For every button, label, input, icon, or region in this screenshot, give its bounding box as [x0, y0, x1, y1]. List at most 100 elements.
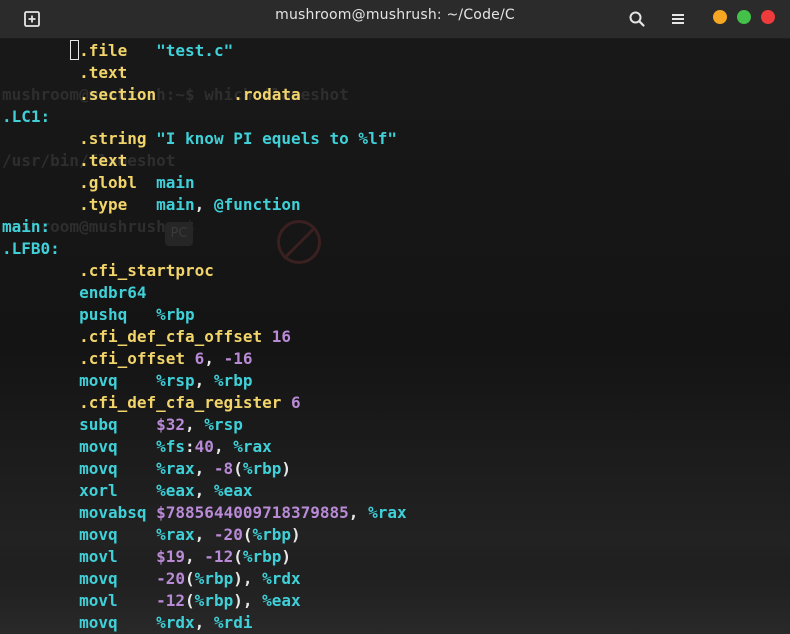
code-token: .cfi_def_cfa_offset — [79, 327, 263, 346]
code-token: .section — [79, 85, 157, 104]
terminal-output[interactable]: mushroom@mushrush:~$ which flameshot /us… — [0, 39, 790, 634]
code-line: .string "I know PI equels to %lf" — [2, 128, 407, 150]
code-token: %eax — [262, 591, 301, 610]
code-token: %rdx — [262, 569, 301, 588]
code-token: subq — [79, 415, 118, 434]
code-line: .text — [2, 62, 407, 84]
code-token: %rdx — [156, 613, 195, 632]
code-line: movq -20(%rbp), %rdx — [2, 568, 407, 590]
code-token: pushq — [79, 305, 128, 324]
code-line: movq %fs:40, %rax — [2, 436, 407, 458]
code-line: movq %rsp, %rbp — [2, 370, 407, 392]
code-token: main: — [2, 217, 51, 236]
code-token: , — [194, 195, 214, 214]
code-token: %rbp — [156, 305, 195, 324]
code-token: .cfi_offset — [79, 349, 186, 368]
code-token: -12 — [156, 591, 186, 610]
code-token: %rax — [156, 459, 195, 478]
terminal-window: mushroom@mushrush: ~/Code/C mushroom@mus… — [0, 0, 790, 634]
code-line: .cfi_def_cfa_offset 16 — [2, 326, 407, 348]
code-token: main — [156, 173, 195, 192]
code-token: , — [194, 613, 214, 632]
code-token: , — [194, 481, 214, 500]
code-token: main — [156, 195, 195, 214]
code-line: .type main, @function — [2, 194, 407, 216]
code-token: ) — [281, 459, 291, 478]
code-token: -16 — [223, 349, 253, 368]
code-token: @function — [213, 195, 301, 214]
code-line: .cfi_offset 6, -16 — [2, 348, 407, 370]
code-token: %eax — [156, 481, 195, 500]
code-token: %rbp — [242, 459, 282, 478]
code-token: %rax — [156, 525, 195, 544]
code-token: , — [204, 349, 224, 368]
code-token: -20 — [156, 569, 186, 588]
code-token: %rax — [368, 503, 407, 522]
code-token: .file — [79, 41, 128, 60]
code-token: -12 — [204, 547, 234, 566]
title-bar: mushroom@mushrush: ~/Code/C — [0, 0, 790, 39]
code-token: .cfi_def_cfa_register — [79, 393, 282, 412]
maximize-button[interactable] — [737, 10, 751, 24]
code-line: .file "test.c" — [2, 40, 407, 62]
code-token: movq — [79, 525, 118, 544]
close-button[interactable] — [761, 10, 775, 24]
code-token: .LC1: — [2, 107, 51, 126]
code-token: , — [194, 371, 214, 390]
assembly-listing: .file "test.c" .text .section .rodata .LC… — [2, 40, 407, 634]
code-token: , — [185, 547, 205, 566]
code-line: .LC1: — [2, 106, 407, 128]
code-token: %eax — [213, 481, 253, 500]
code-line: .cfi_startproc — [2, 260, 407, 282]
code-line: main: — [2, 216, 407, 238]
code-line: subq $32, %rsp — [2, 414, 407, 436]
code-line: .LFB0: — [2, 238, 407, 260]
code-token: "test.c" — [156, 41, 234, 60]
code-token: .type — [79, 195, 128, 214]
code-token: ), — [233, 569, 263, 588]
minimize-button[interactable] — [713, 10, 727, 24]
code-token: $19 — [156, 547, 186, 566]
code-token: .globl — [79, 173, 137, 192]
code-token: %rsp — [204, 415, 243, 434]
code-token: movl — [79, 547, 118, 566]
code-token: movq — [79, 437, 118, 456]
menu-button[interactable] — [668, 9, 688, 29]
code-token: %rbp — [213, 371, 253, 390]
code-token: ( — [185, 569, 195, 588]
code-token: .LFB0: — [2, 239, 60, 258]
search-button[interactable] — [627, 9, 647, 29]
code-token: $32 — [156, 415, 186, 434]
code-token: %rdi — [213, 613, 253, 632]
code-token: %rbp — [242, 547, 282, 566]
code-line: movabsq $7885644009718379885, %rax — [2, 502, 407, 524]
code-line: .cfi_def_cfa_register 6 — [2, 392, 407, 414]
search-icon — [629, 11, 645, 27]
code-line: xorl %eax, %eax — [2, 480, 407, 502]
code-token: %rax — [233, 437, 272, 456]
code-token: movl — [79, 591, 118, 610]
